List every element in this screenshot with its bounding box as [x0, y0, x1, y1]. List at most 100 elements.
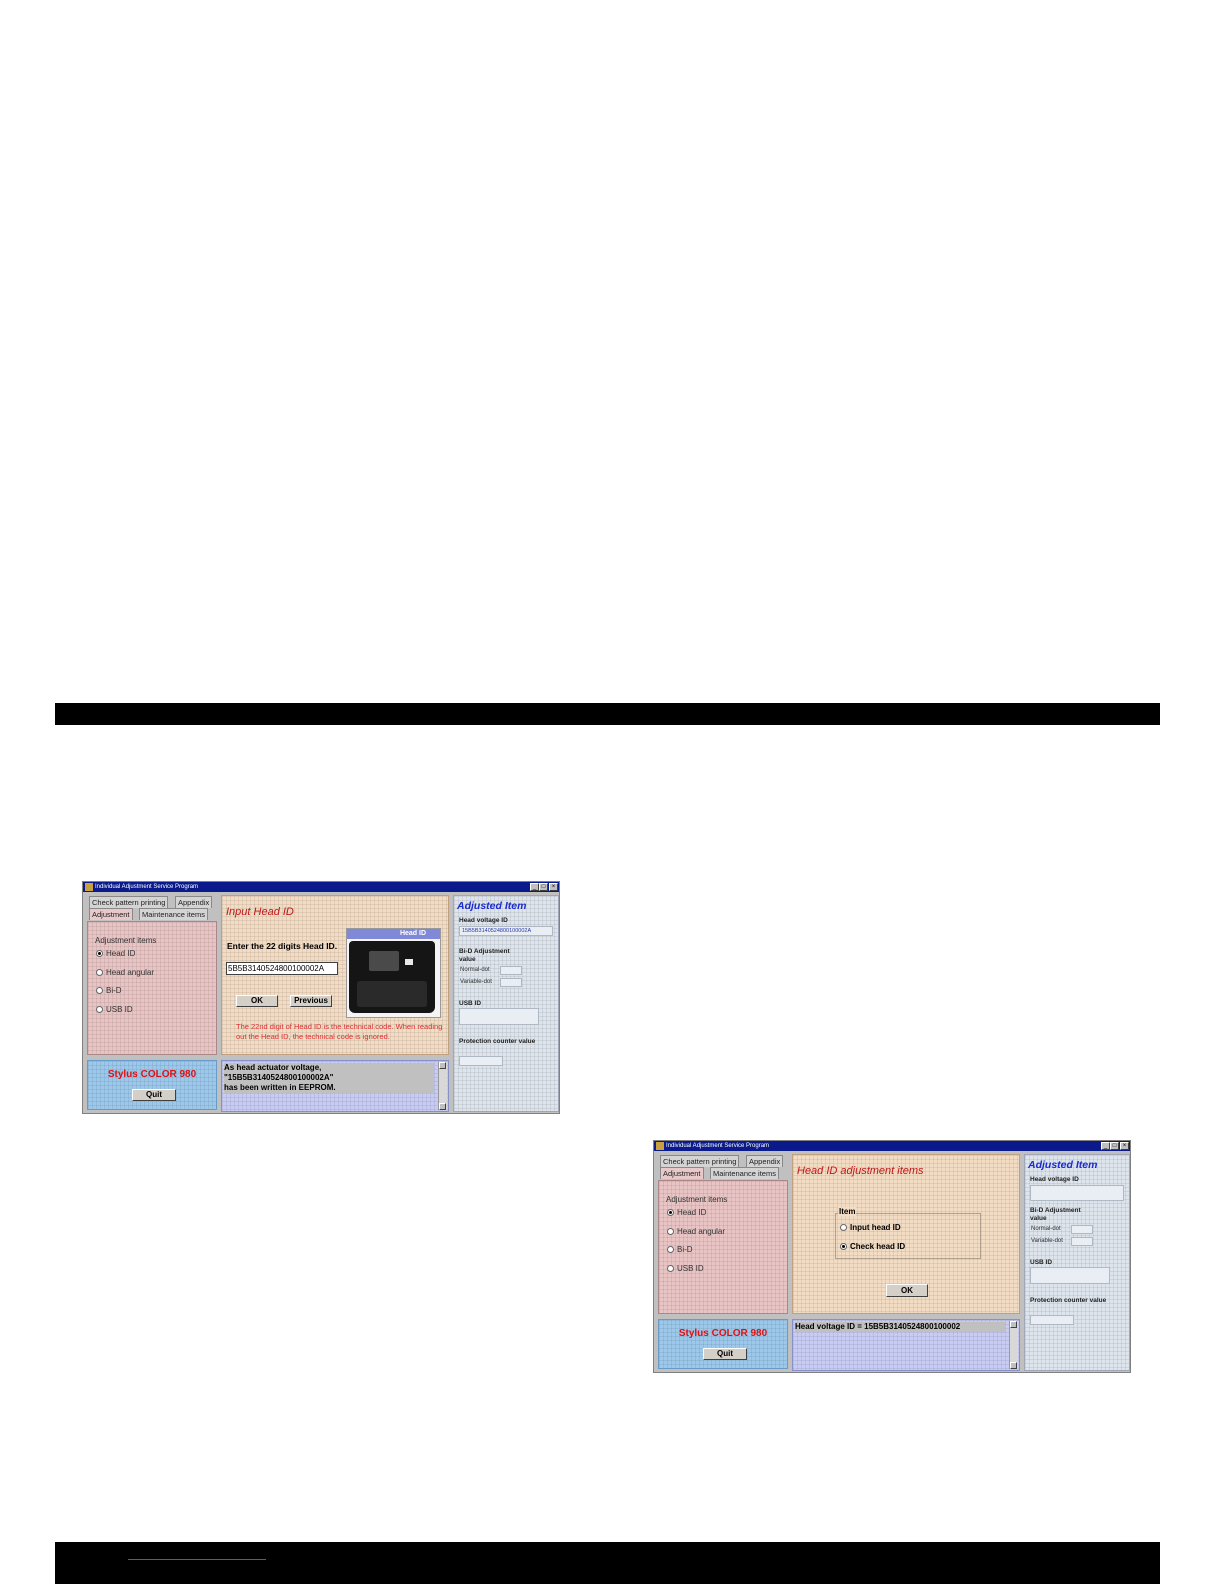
adjustment-items-panel: Adjustment items Head ID Head angular Bi… [87, 921, 217, 1055]
bid-label: Bi-D Adjustment value [1030, 1207, 1081, 1222]
radio-label: Check head ID [850, 1242, 906, 1251]
radio-label: Head angular [677, 1227, 726, 1236]
tab-appendix[interactable]: Appendix [175, 896, 213, 908]
tab-adjustment[interactable]: Adjustment [89, 908, 133, 920]
minimize-button[interactable]: _ [530, 883, 539, 891]
message-log: As head actuator voltage, "15B5B31405248… [221, 1060, 449, 1112]
scroll-up-icon[interactable] [439, 1062, 446, 1069]
radio-check-head-id[interactable]: Check head ID [840, 1242, 905, 1251]
radio-usb-id[interactable]: USB ID [96, 1005, 133, 1014]
bid-label: Bi-D Adjustment value [459, 948, 510, 963]
window-titlebar: Individual Adjustment Service Program _ … [654, 1141, 1130, 1151]
ok-button[interactable]: OK [236, 995, 278, 1007]
window-titlebar: Individual Adjustment Service Program _ … [83, 882, 559, 892]
adjusted-item-panel: Adjusted Item Head voltage ID Bi-D Adjus… [1024, 1154, 1130, 1371]
radio-label: Input head ID [850, 1223, 901, 1232]
footer-link[interactable] [128, 1559, 266, 1560]
page-title: Input Head ID [226, 906, 294, 918]
page-title: Head ID adjustment items [797, 1165, 924, 1177]
log-line: Head voltage ID = 15B5B3140524800100002 [795, 1322, 1005, 1332]
quit-button[interactable]: Quit [703, 1348, 747, 1360]
variable-dot-value [1071, 1237, 1093, 1246]
print-head-photo: Head ID [346, 928, 441, 1018]
radio-selected-icon [667, 1209, 674, 1217]
close-button[interactable]: × [1120, 1142, 1129, 1150]
radio-icon [840, 1224, 847, 1232]
scroll-down-icon[interactable] [1010, 1362, 1017, 1369]
item-group-title: Item [838, 1207, 857, 1216]
tab-check-pattern[interactable]: Check pattern printing [89, 896, 169, 908]
message-log: Head voltage ID = 15B5B3140524800100002 [792, 1319, 1020, 1371]
tab-adjustment[interactable]: Adjustment [660, 1167, 704, 1179]
tab-maintenance[interactable]: Maintenance items [710, 1167, 779, 1179]
head-id-input[interactable]: 5B5B3140524800100002A [226, 962, 338, 975]
model-panel: Stylus COLOR 980 Quit [87, 1060, 217, 1110]
usb-id-value [459, 1008, 539, 1025]
head-voltage-label: Head voltage ID [459, 917, 508, 924]
input-head-id-window: Individual Adjustment Service Program _ … [82, 881, 560, 1114]
radio-icon [96, 987, 103, 995]
instruction-label: Enter the 22 digits Head ID. [227, 941, 338, 951]
app-icon [85, 883, 93, 891]
quit-button[interactable]: Quit [132, 1089, 176, 1101]
header-rule [55, 703, 1160, 725]
log-scrollbar[interactable] [438, 1062, 447, 1110]
usb-id-label: USB ID [1030, 1259, 1053, 1266]
window-title: Individual Adjustment Service Program [95, 884, 199, 890]
radio-head-id[interactable]: Head ID [96, 949, 135, 958]
radio-input-head-id[interactable]: Input head ID [840, 1223, 901, 1232]
technical-code-note: The 22nd digit of Head ID is the technic… [236, 1022, 443, 1041]
adjusted-item-title: Adjusted Item [1028, 1159, 1098, 1171]
window-title: Individual Adjustment Service Program [666, 1143, 770, 1149]
radio-icon [96, 969, 103, 977]
usb-id-label: USB ID [459, 1000, 482, 1007]
normal-dot-label: Normal-dot [1031, 1226, 1061, 1232]
normal-dot-value [1071, 1225, 1093, 1234]
head-voltage-label: Head voltage ID [1030, 1176, 1079, 1183]
previous-button[interactable]: Previous [290, 995, 332, 1007]
log-scrollbar[interactable] [1009, 1321, 1018, 1369]
close-button[interactable]: × [549, 883, 558, 891]
radio-usb-id[interactable]: USB ID [667, 1264, 704, 1273]
tab-appendix[interactable]: Appendix [746, 1155, 784, 1167]
radio-label: Head ID [106, 949, 136, 958]
radio-selected-icon [96, 950, 103, 958]
radio-bi-d[interactable]: Bi-D [96, 986, 122, 995]
protection-counter-label: Protection counter value [459, 1038, 536, 1045]
maximize-button[interactable]: □ [1110, 1142, 1119, 1150]
head-voltage-value: 15B5B3140524800100002A [459, 926, 553, 936]
model-name: Stylus COLOR 980 [678, 1328, 768, 1339]
radio-head-angular[interactable]: Head angular [667, 1227, 725, 1236]
radio-bi-d[interactable]: Bi-D [667, 1245, 693, 1254]
head-id-adjustment-panel: Head ID adjustment items Item Input head… [792, 1154, 1020, 1314]
radio-label: Bi-D [106, 986, 122, 995]
footer-rule [55, 1542, 1160, 1584]
radio-icon [667, 1265, 674, 1273]
ok-button[interactable]: OK [886, 1284, 928, 1297]
radio-label: USB ID [677, 1264, 704, 1273]
radio-icon [667, 1246, 674, 1254]
radio-head-angular[interactable]: Head angular [96, 968, 154, 977]
item-group: Item Input head ID Check head ID [835, 1207, 981, 1259]
variable-dot-value [500, 978, 522, 987]
log-line: has been written in EEPROM. [224, 1083, 434, 1093]
tab-strip: Check pattern printing Appendix Adjustme… [658, 1154, 788, 1180]
radio-head-id[interactable]: Head ID [667, 1208, 706, 1217]
tab-check-pattern[interactable]: Check pattern printing [660, 1155, 740, 1167]
head-id-adjustment-window: Individual Adjustment Service Program _ … [653, 1140, 1131, 1373]
radio-label: Head angular [106, 968, 155, 977]
minimize-button[interactable]: _ [1101, 1142, 1110, 1150]
tab-maintenance[interactable]: Maintenance items [139, 908, 208, 920]
radio-icon [667, 1228, 674, 1236]
model-panel: Stylus COLOR 980 Quit [658, 1319, 788, 1369]
radio-label: Head ID [677, 1208, 707, 1217]
scroll-up-icon[interactable] [1010, 1321, 1017, 1328]
radio-label: Bi-D [677, 1245, 693, 1254]
adjustment-items-title: Adjustment items [666, 1195, 728, 1204]
maximize-button[interactable]: □ [539, 883, 548, 891]
radio-icon [96, 1006, 103, 1014]
scroll-down-icon[interactable] [439, 1103, 446, 1110]
normal-dot-value [500, 966, 522, 975]
photo-caption: Head ID [347, 929, 440, 939]
adjustment-items-panel: Adjustment items Head ID Head angular Bi… [658, 1180, 788, 1314]
